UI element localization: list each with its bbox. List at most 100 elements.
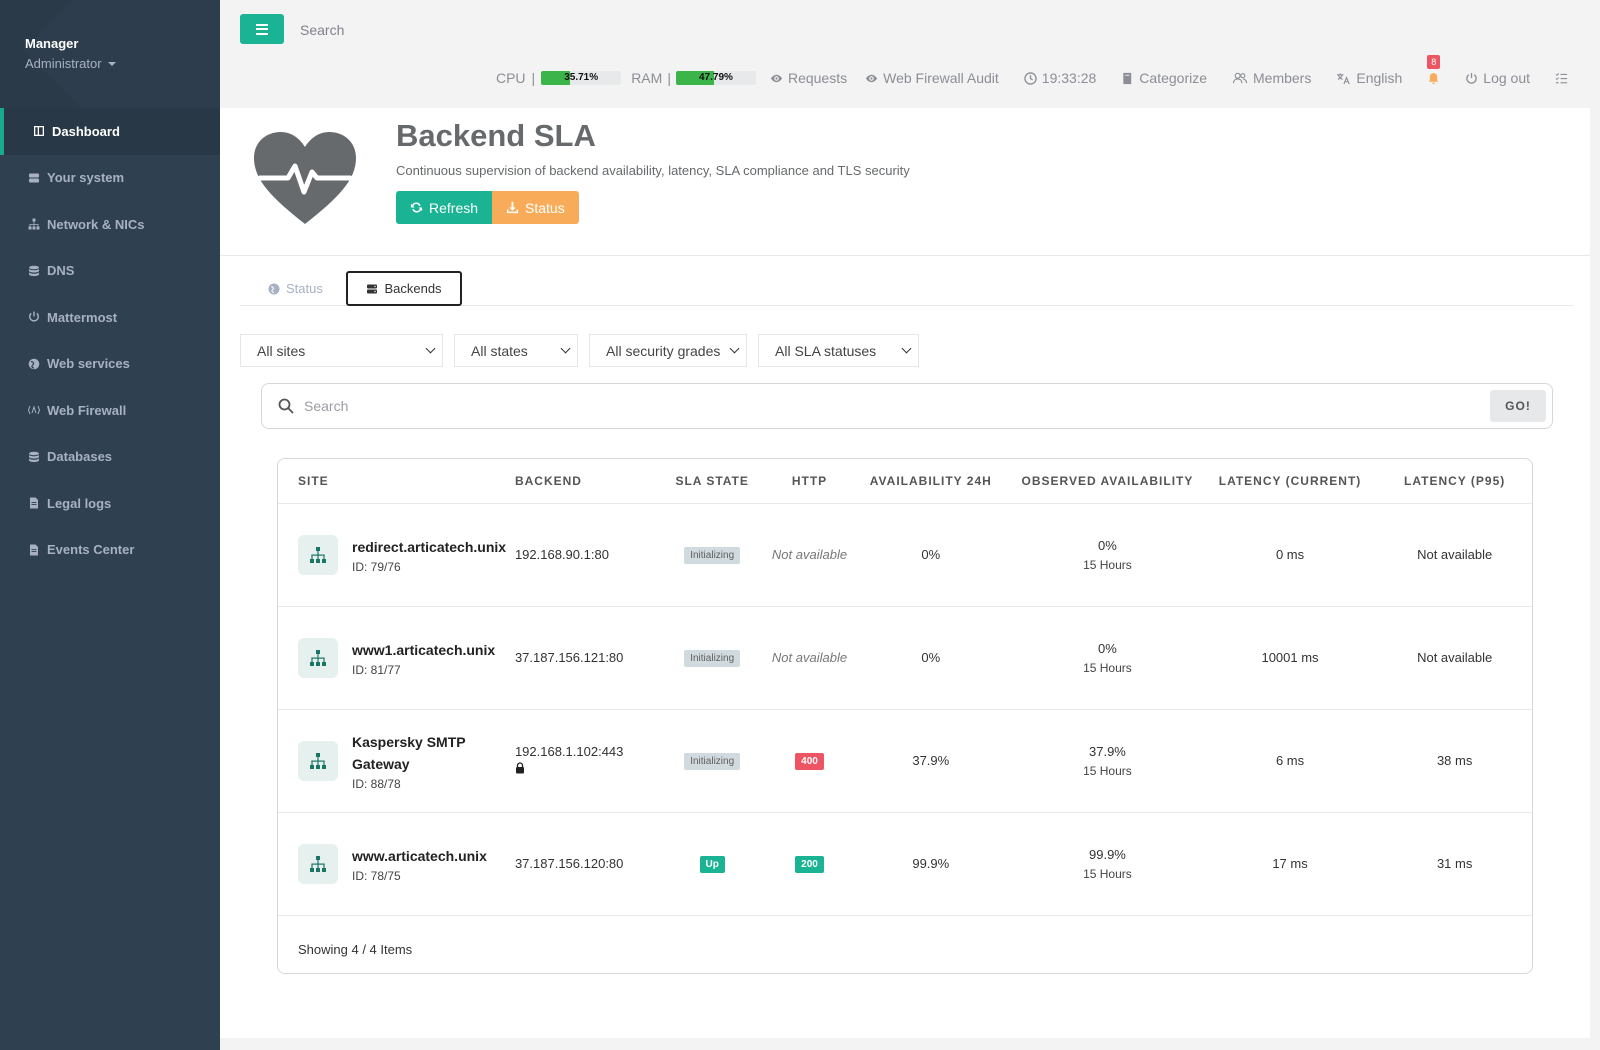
- ram-meter: RAM | 47.79%: [631, 70, 756, 86]
- clock: 19:33:28: [1024, 70, 1097, 86]
- sidebar-item-events-center[interactable]: Events Center: [0, 527, 220, 574]
- sidebar-item-dashboard[interactable]: Dashboard: [0, 108, 220, 155]
- site-name[interactable]: www.articatech.unix: [352, 845, 487, 867]
- logout-button[interactable]: Log out: [1465, 70, 1530, 86]
- observed-availability: 0%: [1098, 537, 1117, 553]
- ram-percent: 47.79%: [698, 72, 733, 83]
- categorize-link[interactable]: Categorize: [1121, 70, 1207, 86]
- observed-availability: 37.9%: [1089, 743, 1126, 759]
- column-header[interactable]: SLA STATE: [654, 459, 770, 504]
- logout-label: Log out: [1483, 70, 1530, 86]
- states-filter-select[interactable]: All states: [454, 334, 578, 367]
- database-icon: [27, 264, 40, 277]
- tab-bar: Status Backends: [240, 268, 1574, 306]
- table-row[interactable]: redirect.articatech.unix ID: 79/76 192.16…: [278, 503, 1532, 607]
- sidebar-item-legal-logs[interactable]: Legal logs: [0, 480, 220, 527]
- tab-label: Status: [286, 281, 323, 296]
- tab-label: Backends: [384, 281, 442, 296]
- sla-filter-select[interactable]: All SLA statuses: [758, 334, 919, 367]
- latency-current: 6 ms: [1202, 709, 1378, 813]
- sidebar-item-network[interactable]: Network & NICs: [0, 201, 220, 248]
- sidebar-item-mattermost[interactable]: Mattermost: [0, 294, 220, 341]
- user-role: Administrator: [25, 56, 102, 71]
- server-icon: [27, 171, 40, 184]
- table-search-bar: GO!: [261, 383, 1553, 429]
- top-search-input[interactable]: [300, 18, 600, 42]
- file-icon: [27, 543, 40, 556]
- language-selector[interactable]: English: [1336, 70, 1402, 86]
- tab-backends[interactable]: Backends: [346, 271, 462, 306]
- go-button[interactable]: GO!: [1490, 390, 1546, 422]
- column-header[interactable]: HTTP: [769, 459, 850, 504]
- caret-down-icon: [107, 61, 116, 66]
- table-row[interactable]: Kaspersky SMTP Gateway ID: 88/78 192.168.…: [278, 709, 1532, 813]
- waf-audit-link[interactable]: Web Firewall Audit: [865, 70, 999, 86]
- sidebar-item-web-services[interactable]: Web services: [0, 341, 220, 388]
- sidebar-item-label: Network & NICs: [47, 216, 145, 232]
- user-role-dropdown[interactable]: Administrator: [25, 56, 195, 71]
- table-row[interactable]: www1.articatech.unix ID: 81/77 37.187.156…: [278, 606, 1532, 710]
- notification-count-badge: 8: [1427, 54, 1441, 69]
- tasks-icon: [1555, 72, 1568, 83]
- table-row[interactable]: www.articatech.unix ID: 78/75 37.187.156.…: [278, 812, 1532, 916]
- members-link[interactable]: Members: [1232, 70, 1311, 86]
- chevron-down-icon: [425, 343, 436, 354]
- cpu-label: CPU: [495, 70, 526, 86]
- latency-p95: 31 ms: [1377, 812, 1532, 916]
- site-name[interactable]: Kaspersky SMTP Gateway: [352, 731, 492, 775]
- availability-24h: 0%: [849, 606, 1013, 710]
- bell-icon: [1428, 72, 1439, 84]
- separator: |: [531, 70, 536, 86]
- column-header[interactable]: BACKEND: [514, 459, 655, 504]
- http-status-badge: 200: [795, 855, 824, 873]
- sidebar-item-dns[interactable]: DNS: [0, 248, 220, 295]
- backend-address: 192.168.90.1:80: [514, 503, 655, 607]
- book-icon: [1123, 72, 1132, 84]
- sites-filter-select[interactable]: All sites: [240, 334, 443, 367]
- observed-duration: 15 Hours: [1083, 763, 1132, 778]
- eye-icon: [866, 74, 878, 82]
- ram-label: RAM: [631, 70, 663, 86]
- search-icon: [278, 398, 294, 414]
- sidebar-item-your-system[interactable]: Your system: [0, 155, 220, 202]
- column-header[interactable]: SITE: [278, 459, 515, 504]
- site-name[interactable]: www1.articatech.unix: [352, 639, 495, 661]
- requests-link[interactable]: Requests: [770, 70, 847, 86]
- tab-status[interactable]: Status: [268, 271, 323, 306]
- backend-address: 37.187.156.121:80: [514, 606, 655, 710]
- notifications-button[interactable]: 8: [1427, 54, 1441, 85]
- sidebar-item-web-firewall[interactable]: Web Firewall: [0, 387, 220, 434]
- column-header[interactable]: AVAILABILITY 24H: [849, 459, 1013, 504]
- chevron-down-icon: [729, 343, 740, 354]
- refresh-button[interactable]: Refresh: [396, 191, 493, 224]
- column-header[interactable]: LATENCY (P95): [1377, 459, 1532, 504]
- globe-icon: [268, 283, 280, 294]
- status-button[interactable]: Status: [492, 191, 579, 224]
- column-header[interactable]: OBSERVED AVAILABILITY: [1012, 459, 1203, 504]
- sidebar-item-label: Your system: [47, 170, 125, 186]
- task-list-button[interactable]: [1555, 72, 1568, 85]
- sla-state-badge: Initializing: [684, 752, 741, 770]
- observed-duration: 15 Hours: [1083, 660, 1132, 675]
- site-name[interactable]: redirect.articatech.unix: [352, 536, 506, 558]
- main-area: CPU | 35.71% RAM | 47.79% Requests: [220, 0, 1600, 1050]
- observed-duration: 15 Hours: [1083, 557, 1132, 572]
- column-header[interactable]: LATENCY (CURRENT): [1202, 459, 1378, 504]
- cpu-meter: CPU | 35.71%: [495, 70, 622, 86]
- grades-filter-select[interactable]: All security grades: [589, 334, 747, 367]
- backend-address: 192.168.1.102:443: [514, 744, 624, 759]
- language-label: English: [1356, 70, 1403, 86]
- sidebar-item-label: Legal logs: [47, 495, 112, 511]
- menu-toggle-button[interactable]: [240, 14, 284, 44]
- sidebar-nav: Dashboard Your system Network & NICs DNS…: [0, 108, 220, 573]
- topbar: CPU | 35.71% RAM | 47.79% Requests: [220, 0, 1600, 108]
- refresh-icon: [410, 202, 423, 213]
- sidebar-item-databases[interactable]: Databases: [0, 434, 220, 481]
- profile-block: Manager Administrator: [0, 0, 220, 108]
- table-search-input[interactable]: [304, 398, 1490, 414]
- site-id: ID: 78/75: [352, 868, 401, 883]
- heartbeat-icon: [254, 132, 356, 224]
- clock-value: 19:33:28: [1041, 70, 1097, 86]
- backends-table-card: SITE BACKEND SLA STATE HTTP AVAILABILITY…: [277, 458, 1533, 974]
- sla-state-badge: Initializing: [684, 546, 741, 564]
